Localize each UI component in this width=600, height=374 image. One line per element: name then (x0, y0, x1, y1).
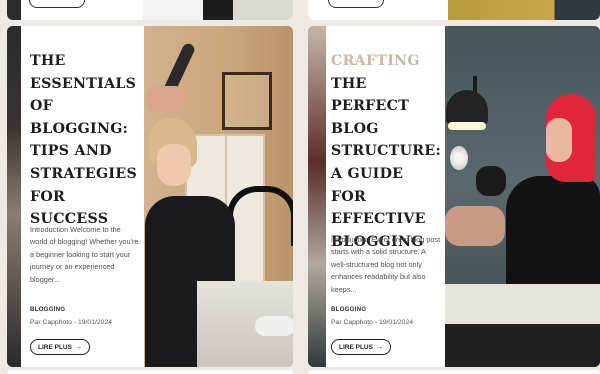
next-card (7, 370, 293, 374)
blog-card-text-panel: THE ESSENTIALS OF BLOGGING: TIPS AND STR… (21, 26, 144, 367)
title-line: PERFECT (331, 98, 410, 115)
photo-left-edge (308, 26, 326, 367)
photo-desk-front (445, 324, 600, 367)
title-line: THE (30, 53, 66, 69)
title-line: ESSENTIALS (30, 75, 137, 92)
post-excerpt: Introduction Every great blog post start… (331, 235, 441, 294)
title-line: BLOGGING: (30, 120, 129, 137)
post-meta: Par Capphoto - 19/01/2024 (331, 319, 414, 326)
read-more-button[interactable]: LIRE PLUS → (331, 339, 391, 355)
title-line: BLOG (331, 120, 379, 137)
photo-lamp-light (448, 122, 486, 130)
title-line: TIPS AND (30, 143, 112, 160)
photo-desk (445, 284, 600, 324)
post-category[interactable]: BLOGGING (331, 306, 366, 313)
previous-card-image (448, 0, 600, 20)
read-more-label: LIRE PLUS (38, 343, 72, 351)
title-line: THE (331, 75, 367, 92)
previous-card-image (143, 0, 293, 20)
title-line: A GUIDE FOR (331, 165, 404, 205)
photo-left-edge (7, 26, 21, 367)
blog-card[interactable]: THE ESSENTIALS OF BLOGGING: TIPS AND STR… (7, 26, 293, 367)
previous-read-more-button[interactable] (29, 0, 85, 8)
post-title[interactable]: THE ESSENTIALS OF BLOGGING: TIPS AND STR… (30, 50, 142, 231)
photo-hand (145, 86, 187, 112)
blog-card[interactable]: CRAFTING THE PERFECT BLOG STRUCTURE: A G… (308, 26, 600, 367)
read-more-button[interactable]: LIRE PLUS → (30, 339, 90, 355)
photo-shelf (222, 72, 272, 130)
post-title[interactable]: CRAFTING THE PERFECT BLOG STRUCTURE: A G… (331, 50, 443, 253)
previous-card-image-edge (7, 0, 21, 20)
photo-person-face (157, 144, 191, 186)
title-line: STRUCTURE: (331, 143, 442, 160)
photo-client-hands (445, 206, 505, 246)
previous-card (308, 0, 600, 20)
post-meta: Par Capphoto - 19/01/2024 (30, 319, 113, 326)
next-card (308, 370, 600, 374)
arrow-right-icon: → (74, 343, 82, 351)
title-line: OF (30, 98, 54, 115)
photo-table-item (255, 316, 293, 336)
read-more-label: LIRE PLUS (339, 343, 373, 351)
photo-lamp-head (446, 90, 488, 124)
title-line: FOR SUCCESS (30, 188, 109, 228)
photo-flowers (450, 146, 468, 170)
arrow-right-icon: → (375, 343, 383, 351)
title-line: CRAFTING (331, 53, 420, 69)
previous-read-more-button[interactable] (328, 0, 384, 8)
photo-gloved-hand (476, 166, 506, 196)
photo-chair (227, 186, 293, 246)
title-line: STRATEGIES (30, 165, 138, 182)
post-category[interactable]: BLOGGING (30, 306, 65, 313)
post-excerpt: Introduction Welcome to the world of blo… (30, 225, 139, 284)
previous-row (0, 0, 600, 22)
blog-card-text-panel: CRAFTING THE PERFECT BLOG STRUCTURE: A G… (326, 26, 445, 367)
previous-card (7, 0, 293, 20)
title-line: EFFECTIVE (331, 211, 426, 228)
photo-person-face (546, 118, 572, 162)
next-row (0, 367, 600, 374)
